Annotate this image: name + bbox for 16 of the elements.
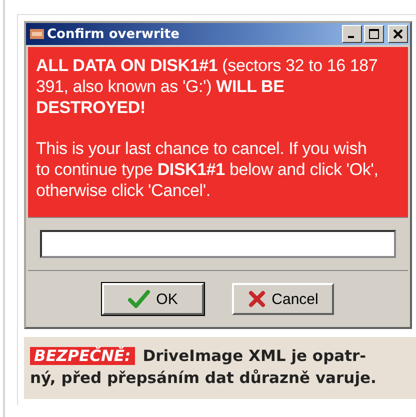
input-field[interactable] — [40, 230, 396, 258]
cross-icon — [248, 290, 266, 308]
maximize-icon — [369, 29, 379, 39]
close-icon — [393, 29, 403, 39]
cancel-button[interactable]: Cancel — [232, 283, 334, 315]
ok-button[interactable]: OK — [102, 283, 204, 315]
window-title: Confirm overwrite — [47, 26, 180, 42]
app-logo-icon — [30, 29, 44, 39]
caption-text: BEZPEČNĚ: DriveImage XML je opatr- ný, před přepsáním dat důrazně varuje. — [30, 346, 378, 389]
close-button[interactable] — [388, 25, 408, 43]
maximize-button[interactable] — [364, 25, 384, 43]
minimize-button[interactable] — [342, 25, 362, 43]
warning-text: This is your last chance to cancel. If you wish to continue type DISK1#1 below and click 'Ok', otherwise click 'Cancel'. — [36, 138, 380, 201]
minimize-icon — [348, 36, 354, 38]
checkmark-icon — [128, 290, 150, 308]
warning-text: ALL DATA ON DISK1#1 (sectors 32 to 16 187 391, also known as 'G:') WILL BE DESTROYED! — [36, 55, 379, 118]
